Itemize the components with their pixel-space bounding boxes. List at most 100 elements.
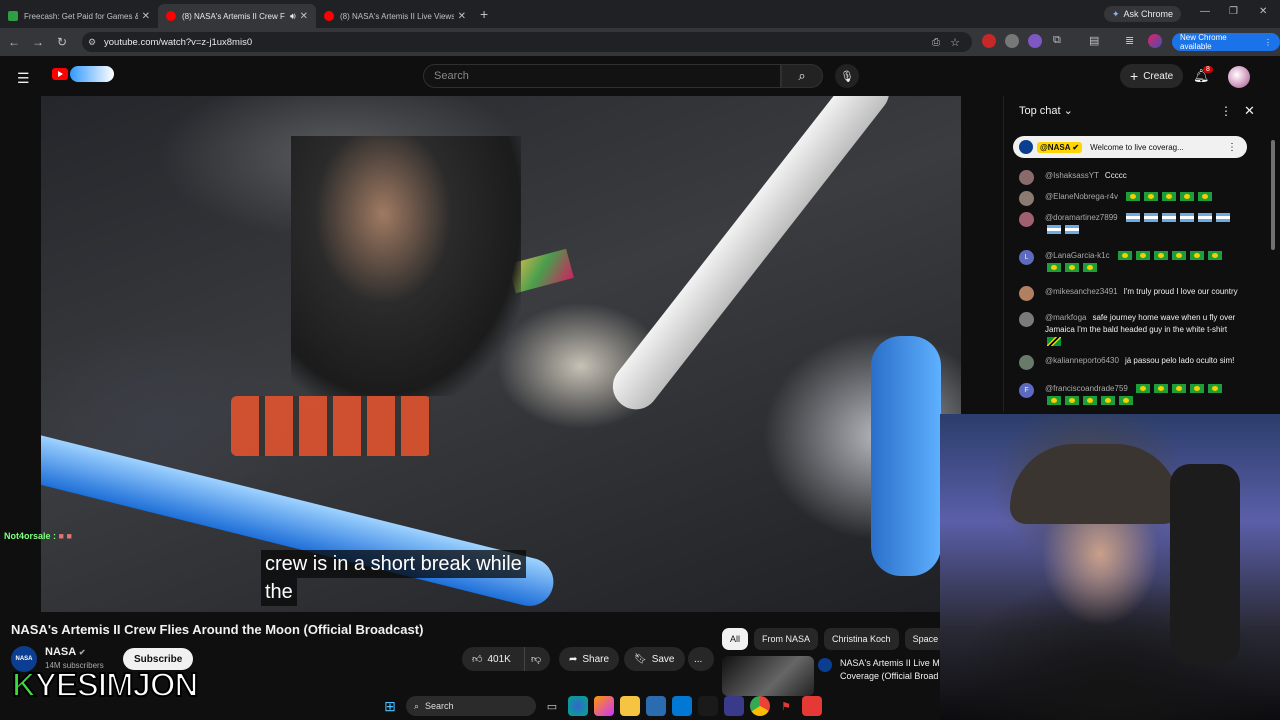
- pinned-author-text: @NASA: [1040, 142, 1071, 152]
- search-button[interactable]: ⌕: [781, 64, 823, 88]
- file-explorer-icon[interactable]: [620, 696, 640, 716]
- chat-avatar: [1019, 312, 1034, 327]
- share-button[interactable]: ➦ Share: [559, 647, 620, 671]
- media-app-icon[interactable]: [724, 696, 744, 716]
- new-chrome-available-button[interactable]: New Chrome available ⋮: [1172, 33, 1280, 51]
- profile-avatar-icon[interactable]: [1148, 34, 1162, 48]
- extension-purple-icon[interactable]: [1028, 34, 1042, 48]
- recommended-video-thumbnail[interactable]: [722, 656, 814, 696]
- chrome-icon[interactable]: [750, 696, 770, 716]
- extension-gray-icon[interactable]: [1005, 34, 1019, 48]
- close-tab-icon[interactable]: ✕: [142, 11, 150, 22]
- chat-author[interactable]: @franciscoandrade759: [1045, 384, 1128, 393]
- chat-author[interactable]: @ElaneNobrega-r4v: [1045, 192, 1118, 201]
- hamburger-menu-icon[interactable]: ☰: [17, 70, 30, 87]
- brazil-flag-icon: [1065, 396, 1079, 406]
- argentina-flag-icon: [1215, 213, 1230, 223]
- video-scene-hose: [603, 96, 899, 419]
- back-icon[interactable]: ←: [2, 35, 26, 49]
- voice-search-button[interactable]: 🎙︎: [835, 64, 859, 88]
- more-actions-button[interactable]: ...: [688, 647, 714, 671]
- argentina-flag-icon: [1065, 225, 1079, 235]
- pin-app-icon[interactable]: ⚑: [776, 696, 796, 716]
- chat-text: Ccccc: [1104, 171, 1127, 180]
- address-bar[interactable]: ⚙ youtube.com/watch?v=z-j1ux8mis0 ⎙ ☆: [82, 32, 972, 52]
- chat-avatar: [1019, 212, 1034, 227]
- minimize-icon[interactable]: —: [1200, 6, 1210, 17]
- chip-christina-koch[interactable]: Christina Koch: [824, 628, 899, 650]
- ask-chrome-button[interactable]: ✦ Ask Chrome: [1104, 6, 1182, 22]
- video-player[interactable]: [41, 96, 961, 612]
- extensions-puzzle-icon[interactable]: ⧉: [1053, 34, 1067, 48]
- chat-author[interactable]: @LanaGarcia-k1c: [1045, 251, 1110, 260]
- pinned-kebab-icon[interactable]: ⋮: [1227, 142, 1237, 153]
- reading-list-icon[interactable]: ≣: [1125, 34, 1139, 48]
- dislike-button[interactable]: 👎︎: [524, 647, 550, 671]
- brazil-flag-icon: [1207, 251, 1222, 261]
- chat-mode-dropdown[interactable]: Top chat ⌄: [1019, 104, 1073, 117]
- chat-author[interactable]: @kalianneporto6430: [1045, 356, 1119, 365]
- chat-author[interactable]: @IshaksassYT: [1045, 171, 1099, 180]
- save-button[interactable]: 🔖︎ Save: [624, 647, 685, 671]
- close-window-icon[interactable]: ✕: [1259, 6, 1267, 17]
- mail-icon[interactable]: [672, 696, 692, 716]
- taskbar-search[interactable]: ⌕ Search: [406, 696, 536, 716]
- tab-freecash[interactable]: Freecash: Get Paid for Games & ✕: [0, 4, 158, 28]
- microphone-icon: 🎙︎: [840, 70, 854, 83]
- brazil-flag-icon: [1135, 384, 1150, 394]
- copilot-icon[interactable]: [594, 696, 614, 716]
- install-icon[interactable]: ⎙: [932, 37, 940, 48]
- pinned-message[interactable]: @NASA ✔ Welcome to live coverag... ⋮: [1013, 136, 1247, 158]
- brazil-flag-icon: [1117, 251, 1132, 261]
- media-icon[interactable]: ▤: [1089, 34, 1103, 48]
- bookmark-star-icon[interactable]: ☆: [950, 36, 960, 49]
- chat-message: @mikesanchez3491 I'm truly proud I love o…: [1019, 286, 1245, 301]
- tab-artemis-crew[interactable]: (8) NASA's Artemis II Crew F 🔊︎ ✕: [158, 4, 316, 28]
- verified-icon: ✔: [78, 648, 86, 657]
- chip-from-nasa[interactable]: From NASA: [754, 628, 819, 650]
- chat-kebab-menu-icon[interactable]: ⋮: [1220, 104, 1232, 118]
- close-tab-icon[interactable]: ✕: [300, 11, 308, 22]
- recommended-video-title[interactable]: NASA's Artemis II Live M Coverage (Offic…: [840, 657, 940, 683]
- reload-icon[interactable]: ↻: [50, 35, 74, 49]
- restore-icon[interactable]: ❐: [1229, 6, 1238, 17]
- extension-red-icon[interactable]: [982, 34, 996, 48]
- create-label: Create: [1143, 70, 1174, 82]
- plus-icon[interactable]: +: [480, 6, 488, 22]
- channel-name[interactable]: NASA ✔: [45, 646, 86, 658]
- close-tab-icon[interactable]: ✕: [458, 11, 466, 22]
- chip-all[interactable]: All: [722, 628, 749, 650]
- record-app-icon[interactable]: [802, 696, 822, 716]
- youtube-doodle-logo[interactable]: [70, 66, 114, 82]
- close-chat-icon[interactable]: ✕: [1244, 103, 1255, 119]
- forward-icon[interactable]: →: [26, 35, 50, 49]
- caption-line-1: crew is in a short break while: [261, 550, 526, 578]
- store-icon[interactable]: [646, 696, 666, 716]
- share-icon: ➦: [569, 653, 578, 665]
- chat-message: F @franciscoandrade759: [1019, 383, 1245, 407]
- brazil-flag-icon: [1189, 251, 1204, 261]
- youtube-logo[interactable]: [52, 68, 68, 80]
- ask-chrome-label: Ask Chrome: [1123, 9, 1174, 19]
- kebab-menu-icon[interactable]: ⋮: [1264, 38, 1272, 47]
- chat-author[interactable]: @doramartinez7899: [1045, 213, 1118, 222]
- search-input[interactable]: Search: [423, 64, 781, 88]
- task-view-icon[interactable]: ▭: [542, 696, 562, 716]
- chat-author[interactable]: @mikesanchez3491: [1045, 287, 1118, 296]
- site-info-icon[interactable]: ⚙: [88, 37, 96, 48]
- windows-start-icon[interactable]: ⊞: [380, 696, 400, 716]
- chat-author[interactable]: @markfoga: [1045, 313, 1086, 322]
- argentina-flag-icon: [1161, 213, 1176, 223]
- like-button[interactable]: 👍︎ 401K: [462, 647, 524, 671]
- brazil-flag-icon: [1119, 396, 1133, 406]
- chat-avatar: [1019, 286, 1034, 301]
- speaker-icon[interactable]: 🔊︎: [290, 11, 296, 22]
- brazil-flag-icon: [1101, 396, 1115, 406]
- chat-message: @IshaksassYT Ccccc: [1019, 170, 1245, 185]
- chat-scrollbar[interactable]: [1271, 140, 1275, 250]
- account-avatar[interactable]: [1228, 66, 1250, 88]
- edge-icon[interactable]: [568, 696, 588, 716]
- game-icon[interactable]: [698, 696, 718, 716]
- create-button[interactable]: + Create: [1120, 64, 1184, 88]
- tab-artemis-live[interactable]: (8) NASA's Artemis II Live Views ✕: [316, 4, 474, 28]
